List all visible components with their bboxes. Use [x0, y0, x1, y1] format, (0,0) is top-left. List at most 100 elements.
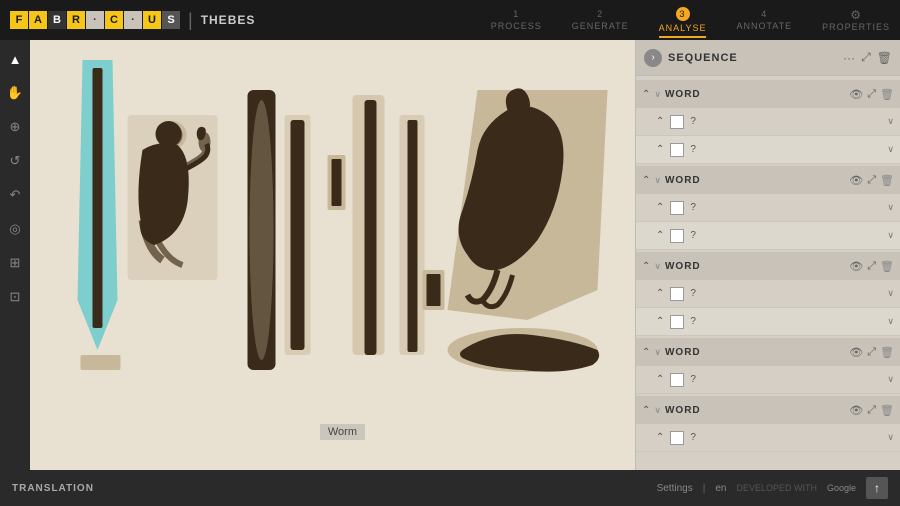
word-group-4: ⌃ ∨ WORD 👁 ⤢ 🗑 ⌃ ? ∨: [636, 338, 900, 394]
canvas-area[interactable]: Worm: [30, 40, 635, 470]
nav-step-properties[interactable]: ⚙ PROPERTIES: [822, 8, 890, 32]
panel-arrow-icon[interactable]: ›: [644, 49, 662, 67]
glyph-chevron-2-2[interactable]: ⌃: [656, 230, 664, 241]
word-icons-1: 👁 ⤢ 🗑: [849, 88, 894, 101]
zoom-tool[interactable]: ⊕: [4, 116, 26, 138]
glyph-checkbox-2-2[interactable]: [670, 229, 684, 243]
glyph-pen-base: [81, 355, 121, 370]
word-header-5: ⌃ ∨ WORD 👁 ⤢ 🗑: [636, 396, 900, 424]
glyph-expand-2-1[interactable]: ∨: [887, 202, 894, 213]
glyph-checkbox-4-1[interactable]: [670, 373, 684, 387]
glyph-row-1-1: ⌃ ? ∨: [636, 108, 900, 136]
nav-step-analyse[interactable]: 3 ANALYSE: [659, 7, 707, 33]
word-group-1: ⌃ ∨ WORD 👁 ⤢ 🗑 ⌃ ? ∨ ⌃: [636, 80, 900, 164]
word-icons-4: 👁 ⤢ 🗑: [849, 346, 894, 359]
logo-i2: ·: [124, 11, 142, 29]
glyph-value-3-1: ?: [690, 288, 881, 299]
worm-label: Worm: [320, 424, 365, 440]
glyph-expand-1-1[interactable]: ∨: [887, 116, 894, 127]
expand-icon-4[interactable]: ∨: [654, 347, 661, 358]
grid-tool[interactable]: ⊞: [4, 252, 26, 274]
link-icon-3[interactable]: ⤢: [867, 260, 876, 273]
word-header-3: ⌃ ∨ WORD 👁 ⤢ 🗑: [636, 252, 900, 280]
undo-tool[interactable]: ↶: [4, 184, 26, 206]
eye-icon-5[interactable]: 👁: [849, 404, 863, 417]
logo-c: C: [105, 11, 123, 29]
glyph-expand-3-2[interactable]: ∨: [887, 316, 894, 327]
redo-tool[interactable]: ↺: [4, 150, 26, 172]
glyph-scribe-head2: [156, 121, 182, 147]
eye-icon-1[interactable]: 👁: [849, 88, 863, 101]
logo-a: A: [29, 11, 47, 29]
logo-f: F: [10, 11, 28, 29]
glyph-expand-3-1[interactable]: ∨: [887, 288, 894, 299]
expand-icon-5[interactable]: ∨: [654, 405, 661, 416]
eye-icon-2[interactable]: 👁: [849, 174, 863, 187]
glyph-expand-5-1[interactable]: ∨: [887, 432, 894, 443]
settings-link[interactable]: Settings: [657, 483, 693, 494]
right-panel: › SEQUENCE ··· ⤢ 🗑 ⌃ ∨ WORD 👁 ⤢ 🗑: [635, 40, 900, 470]
glyph-chevron-2-1[interactable]: ⌃: [656, 202, 664, 213]
glyph-chevron-1-2[interactable]: ⌃: [656, 144, 664, 155]
panel-delete-icon[interactable]: 🗑: [877, 51, 892, 65]
nav-step-process[interactable]: 1 PROCESS: [491, 9, 542, 31]
delete-icon-1[interactable]: 🗑: [880, 88, 894, 101]
panel-more-icon[interactable]: ···: [843, 51, 855, 65]
translation-label: TRANSLATION: [12, 483, 94, 494]
link-icon-1[interactable]: ⤢: [867, 88, 876, 101]
glyph-expand-2-2[interactable]: ∨: [887, 230, 894, 241]
glyph-column3: [365, 100, 377, 355]
eye-icon-3[interactable]: 👁: [849, 260, 863, 273]
glyph-checkbox-3-1[interactable]: [670, 287, 684, 301]
word-header-4: ⌃ ∨ WORD 👁 ⤢ 🗑: [636, 338, 900, 366]
logo-i1: ·: [86, 11, 104, 29]
glyph-chevron-4-1[interactable]: ⌃: [656, 374, 664, 385]
expand-icon-1[interactable]: ∨: [654, 89, 661, 100]
select-tool[interactable]: ⊡: [4, 286, 26, 308]
language-selector[interactable]: en: [715, 483, 726, 494]
glyph-row-3-2: ⌃ ? ∨: [636, 308, 900, 336]
nav-step-generate[interactable]: 2 GENERATE: [572, 9, 629, 31]
hand-tool[interactable]: ✋: [4, 82, 26, 104]
link-icon-5[interactable]: ⤢: [867, 404, 876, 417]
glyph-checkbox-1-2[interactable]: [670, 143, 684, 157]
circle-tool[interactable]: ◎: [4, 218, 26, 240]
glyph-checkbox-3-2[interactable]: [670, 315, 684, 329]
sequence-content[interactable]: ⌃ ∨ WORD 👁 ⤢ 🗑 ⌃ ? ∨ ⌃: [636, 76, 900, 470]
scroll-up-button[interactable]: ↑: [866, 477, 888, 499]
glyph-checkbox-2-1[interactable]: [670, 201, 684, 215]
glyph-chevron-3-1[interactable]: ⌃: [656, 288, 664, 299]
glyph-checkbox-5-1[interactable]: [670, 431, 684, 445]
glyph-pen-inner: [93, 68, 103, 328]
chevron-icon-4[interactable]: ⌃: [642, 347, 650, 358]
delete-icon-4[interactable]: 🗑: [880, 346, 894, 359]
chevron-icon-5[interactable]: ⌃: [642, 405, 650, 416]
developed-with-text: DEVELOPED WITH: [736, 483, 817, 493]
delete-icon-2[interactable]: 🗑: [880, 174, 894, 187]
glyph-chevron-1-1[interactable]: ⌃: [656, 116, 664, 127]
glyph-chevron-5-1[interactable]: ⌃: [656, 432, 664, 443]
expand-icon-2[interactable]: ∨: [654, 175, 661, 186]
project-name: THEBES: [201, 13, 256, 27]
glyph-expand-4-1[interactable]: ∨: [887, 374, 894, 385]
link-icon-4[interactable]: ⤢: [867, 346, 876, 359]
chevron-icon-2[interactable]: ⌃: [642, 175, 650, 186]
chevron-icon-3[interactable]: ⌃: [642, 261, 650, 272]
eye-icon-4[interactable]: 👁: [849, 346, 863, 359]
nav-step-annotate[interactable]: 4 ANNOTATE: [736, 9, 792, 31]
glyph-small1-inner: [332, 159, 342, 206]
panel-header: › SEQUENCE ··· ⤢ 🗑: [636, 40, 900, 76]
chevron-icon-1[interactable]: ⌃: [642, 89, 650, 100]
left-toolbar: ▲ ✋ ⊕ ↺ ↶ ◎ ⊞ ⊡: [0, 40, 30, 470]
step-num-2: 2: [597, 9, 603, 19]
glyph-expand-1-2[interactable]: ∨: [887, 144, 894, 155]
top-navigation: 1 PROCESS 2 GENERATE 3 ANALYSE 4 ANNOTAT…: [491, 7, 890, 33]
delete-icon-3[interactable]: 🗑: [880, 260, 894, 273]
delete-icon-5[interactable]: 🗑: [880, 404, 894, 417]
glyph-checkbox-1-1[interactable]: [670, 115, 684, 129]
glyph-chevron-3-2[interactable]: ⌃: [656, 316, 664, 327]
expand-icon-3[interactable]: ∨: [654, 261, 661, 272]
link-icon-2[interactable]: ⤢: [867, 174, 876, 187]
panel-share-icon[interactable]: ⤢: [861, 50, 871, 65]
cursor-tool[interactable]: ▲: [4, 48, 26, 70]
